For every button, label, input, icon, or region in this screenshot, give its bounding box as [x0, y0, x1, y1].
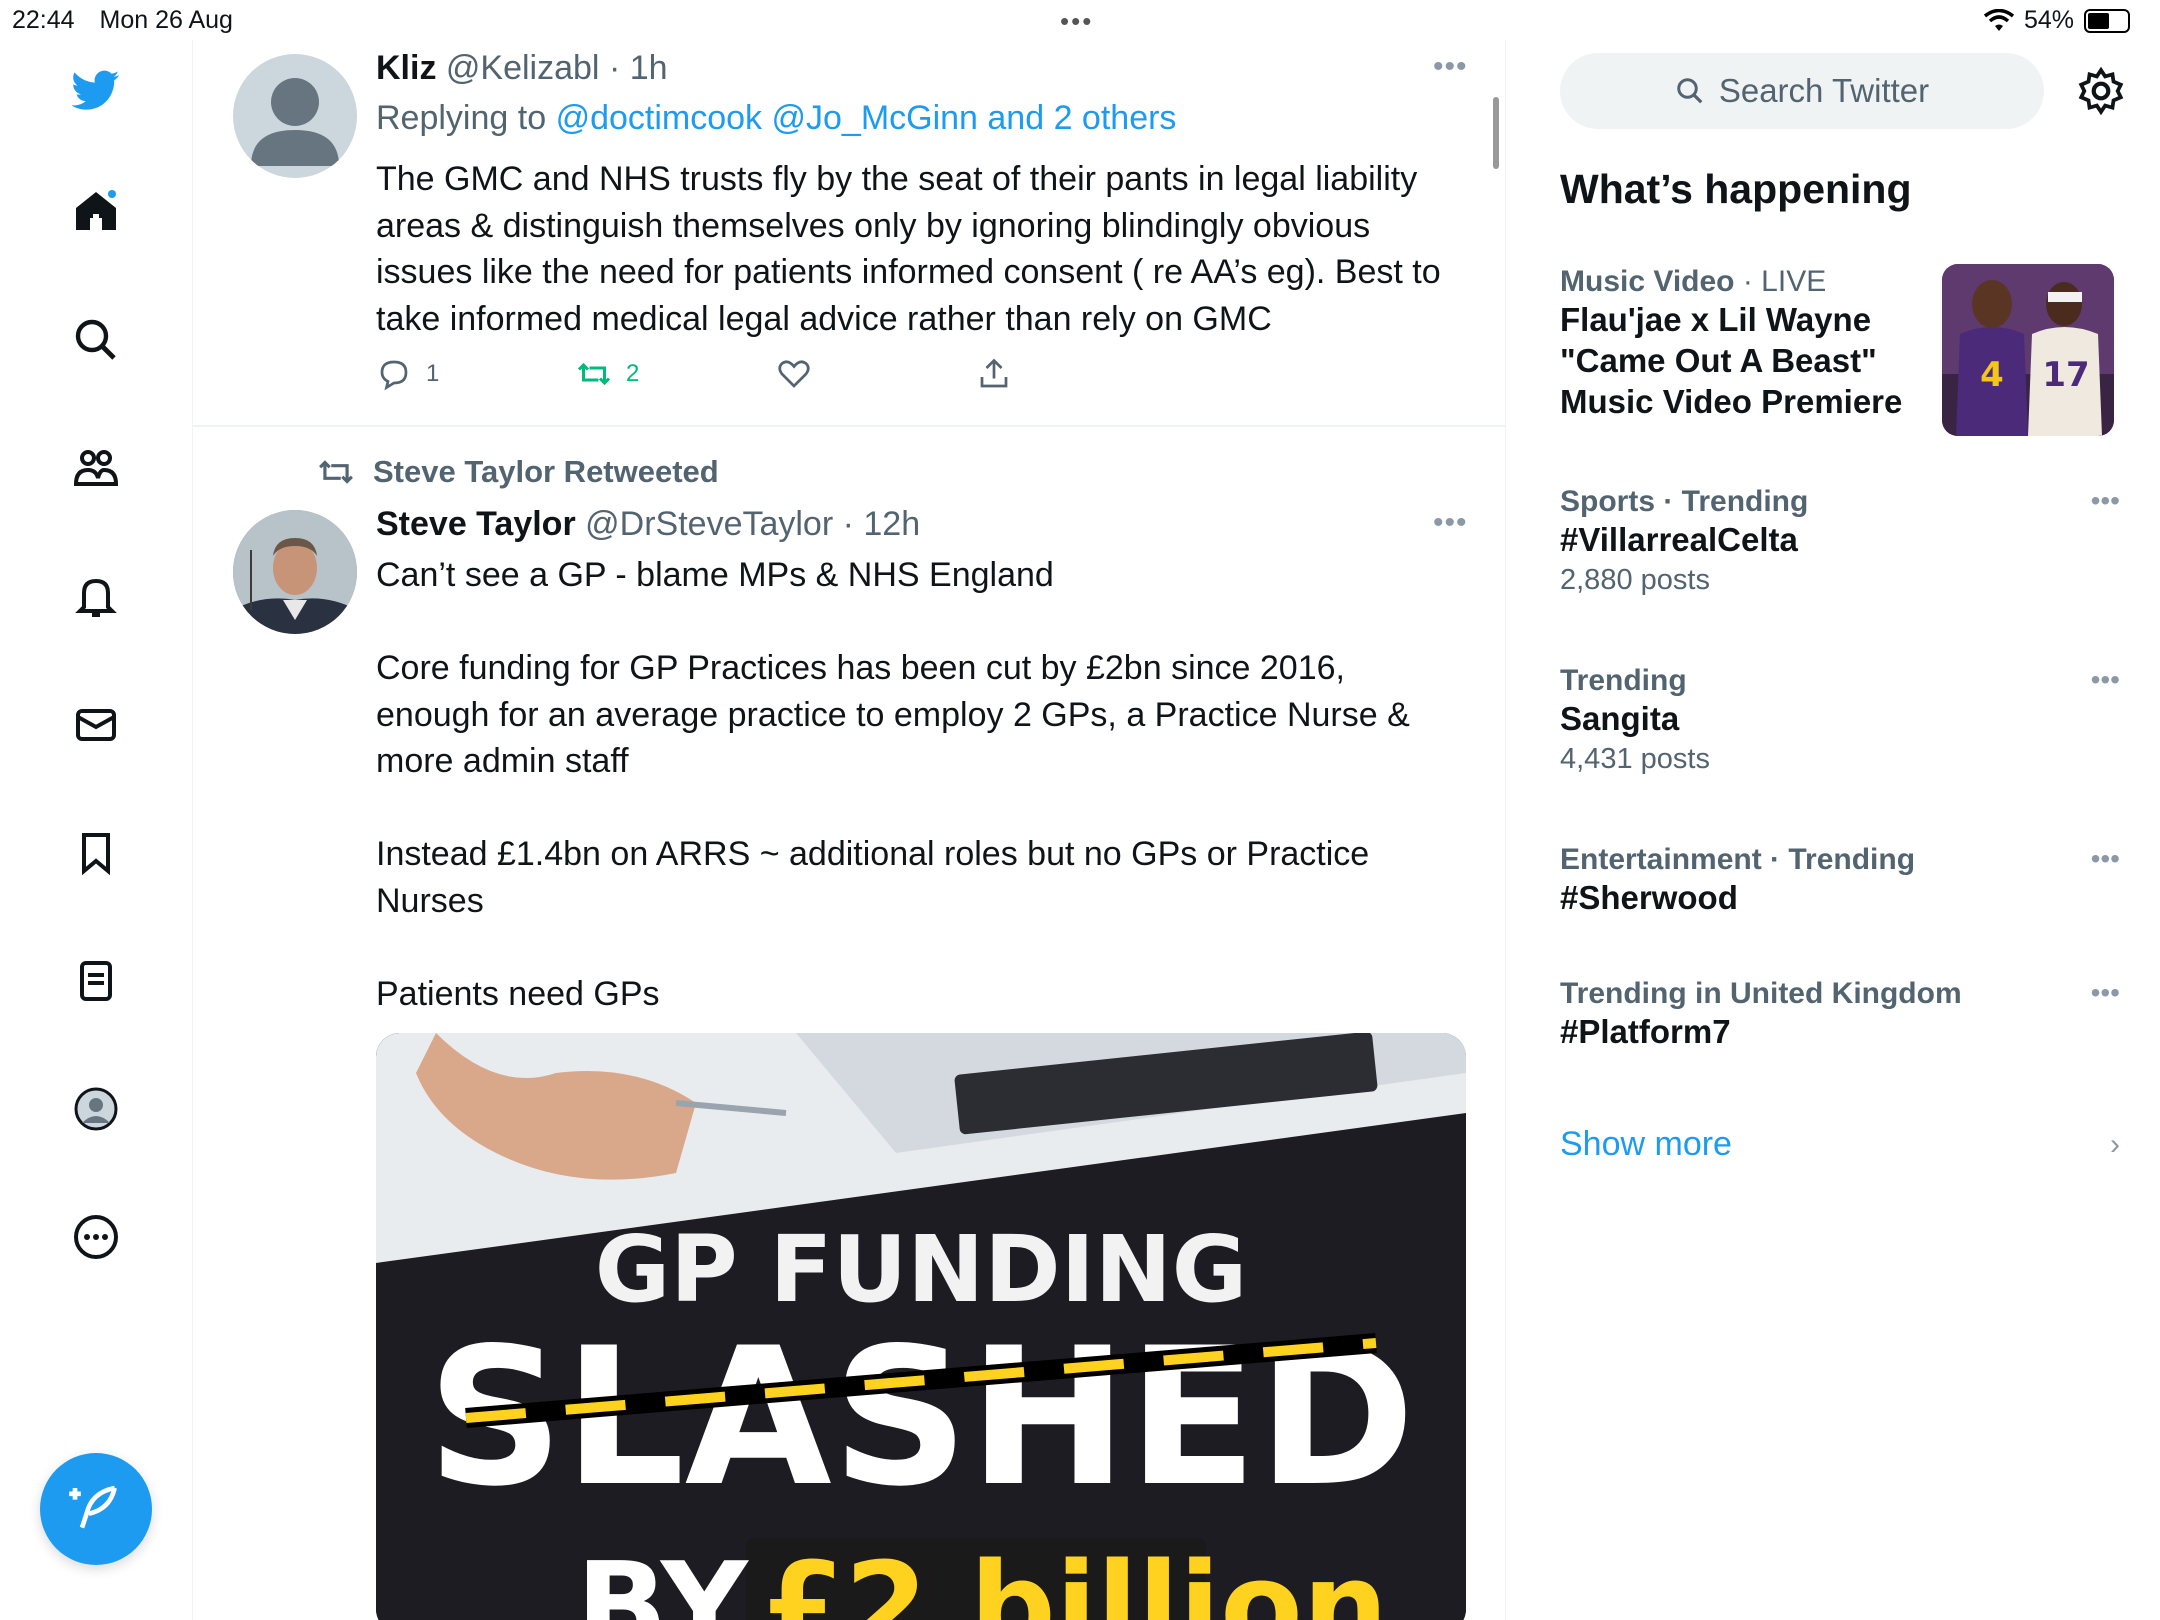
timeline[interactable]: Kliz @Kelizabl · 1h ••• Replying to @doc…	[193, 40, 1506, 1620]
trend-category: Music Video	[1560, 265, 1735, 298]
trend-post-count: 4,431 posts	[1560, 743, 1710, 775]
tweet[interactable]: Kliz @Kelizabl · 1h ••• Replying to @doc…	[193, 40, 1505, 427]
search-input[interactable]: Search Twitter	[1560, 53, 2044, 129]
right-sidebar: Search Twitter What’s happening Music Vi…	[1506, 40, 2160, 1620]
author-handle[interactable]: @DrSteveTaylor	[585, 505, 833, 543]
trend-more-options-icon[interactable]: •••	[2091, 977, 2120, 1009]
retweeted-by[interactable]: Steve Taylor Retweeted	[317, 453, 719, 491]
chevron-right-icon: ›	[2110, 1127, 2120, 1161]
battery-percent: 54%	[2023, 6, 2074, 34]
svg-text:4: 4	[1980, 355, 2004, 395]
status-bar: 22:44 Mon 26 Aug ••• 54%	[0, 0, 2160, 40]
search-placeholder: Search Twitter	[1718, 72, 1930, 109]
retweet-count: 2	[626, 360, 640, 387]
tweet-time[interactable]: · 1h	[609, 49, 668, 87]
reply-count: 1	[426, 360, 440, 387]
tweet-header: Steve Taylor @DrSteveTaylor · 12h	[376, 505, 920, 544]
reply-button[interactable]: 1	[376, 356, 439, 392]
author-handle[interactable]: @Kelizabl	[446, 49, 600, 87]
trend-item[interactable]: Entertainment · Trending #Sherwood •••	[1560, 843, 2120, 918]
svg-text:£2 billion: £2 billion	[761, 1538, 1388, 1620]
wifi-icon	[1983, 8, 2014, 31]
settings-gear-icon[interactable]	[2076, 66, 2126, 116]
replying-to-link[interactable]: @doctimcook @Jo_McGinn and 2 others	[556, 99, 1177, 137]
author-name[interactable]: Steve Taylor	[376, 505, 576, 543]
retweet-icon	[319, 460, 353, 484]
more-options-icon[interactable]: •••	[1433, 506, 1468, 540]
trend-thumbnail-image[interactable]: 4 17	[1942, 264, 2114, 436]
trend-title: Sangita	[1560, 700, 1680, 737]
like-button[interactable]	[776, 356, 812, 392]
tweet-actions: 1 2	[376, 356, 1026, 396]
compose-feather-icon	[69, 1485, 117, 1529]
trend-more-options-icon[interactable]: •••	[2091, 843, 2120, 875]
trend-item[interactable]: Trending in United Kingdom #Platform7 ••…	[1560, 977, 2120, 1052]
trend-more-options-icon[interactable]: •••	[2091, 664, 2120, 696]
home-icon[interactable]	[66, 182, 126, 242]
author-name[interactable]: Kliz	[376, 49, 436, 87]
battery-icon	[2084, 8, 2130, 33]
tweet-text: Can’t see a GP - blame MPs & NHS England…	[376, 556, 1410, 1013]
heart-icon	[778, 360, 810, 388]
more-icon[interactable]	[66, 1207, 126, 1267]
whats-happening-heading: What’s happening	[1560, 166, 1912, 212]
twitter-logo-icon[interactable]	[66, 60, 126, 120]
trend-status: · LIVE	[1742, 265, 1827, 298]
more-options-icon[interactable]: •••	[1433, 50, 1468, 84]
tweet-header: Kliz @Kelizabl · 1h	[376, 49, 668, 88]
messages-icon[interactable]	[66, 695, 126, 755]
share-icon	[980, 358, 1008, 388]
tweet-media-image[interactable]: GP FUNDING SLASHED BY £2 billion	[376, 1033, 1466, 1620]
explore-icon[interactable]	[66, 310, 126, 370]
svg-text:17: 17	[2042, 355, 2089, 395]
trend-item[interactable]: Sports · Trending #VillarrealCelta 2,880…	[1560, 485, 2120, 597]
search-icon	[1677, 78, 1703, 104]
share-button[interactable]	[976, 356, 1012, 392]
avatar[interactable]	[233, 510, 357, 634]
svg-text:BY: BY	[576, 1538, 750, 1620]
trend-item[interactable]: Trending Sangita 4,431 posts •••	[1560, 664, 2120, 776]
retweet-icon	[577, 362, 611, 386]
trend-title: #Platform7	[1560, 1013, 1731, 1050]
lists-icon[interactable]	[66, 951, 126, 1011]
tweet-time[interactable]: · 12h	[843, 505, 921, 543]
trend-category: Trending	[1560, 664, 1687, 697]
retweet-button[interactable]: 2	[576, 356, 639, 392]
trend-title: #Sherwood	[1560, 879, 1738, 916]
communities-icon[interactable]	[66, 438, 126, 498]
notifications-icon[interactable]	[66, 567, 126, 627]
compose-tweet-button[interactable]	[40, 1453, 152, 1565]
reply-icon	[380, 360, 408, 391]
sidebar-nav	[0, 40, 193, 1620]
status-time: 22:44	[12, 6, 75, 34]
show-more-link[interactable]: Show more ›	[1560, 1125, 2120, 1164]
status-date: Mon 26 Aug	[99, 6, 233, 34]
trend-post-count: 2,880 posts	[1560, 564, 1710, 596]
trend-category: Trending in United Kingdom	[1560, 977, 1962, 1010]
avatar[interactable]	[233, 54, 357, 178]
tweet-text: The GMC and NHS trusts fly by the seat o…	[376, 160, 1441, 338]
trend-title: #VillarrealCelta	[1560, 521, 1798, 558]
profile-avatar-icon[interactable]	[66, 1079, 126, 1139]
gp-funding-graphic: GP FUNDING SLASHED BY £2 billion	[376, 1033, 1466, 1620]
bookmarks-icon[interactable]	[66, 823, 126, 883]
trend-category: Entertainment · Trending	[1560, 843, 1916, 876]
multitasking-dots-icon[interactable]: •••	[1060, 6, 1093, 37]
replying-to: Replying to @doctimcook @Jo_McGinn and 2…	[376, 99, 1177, 137]
trend-category: Sports · Trending	[1560, 485, 1809, 518]
trend-more-options-icon[interactable]: •••	[2091, 485, 2120, 517]
